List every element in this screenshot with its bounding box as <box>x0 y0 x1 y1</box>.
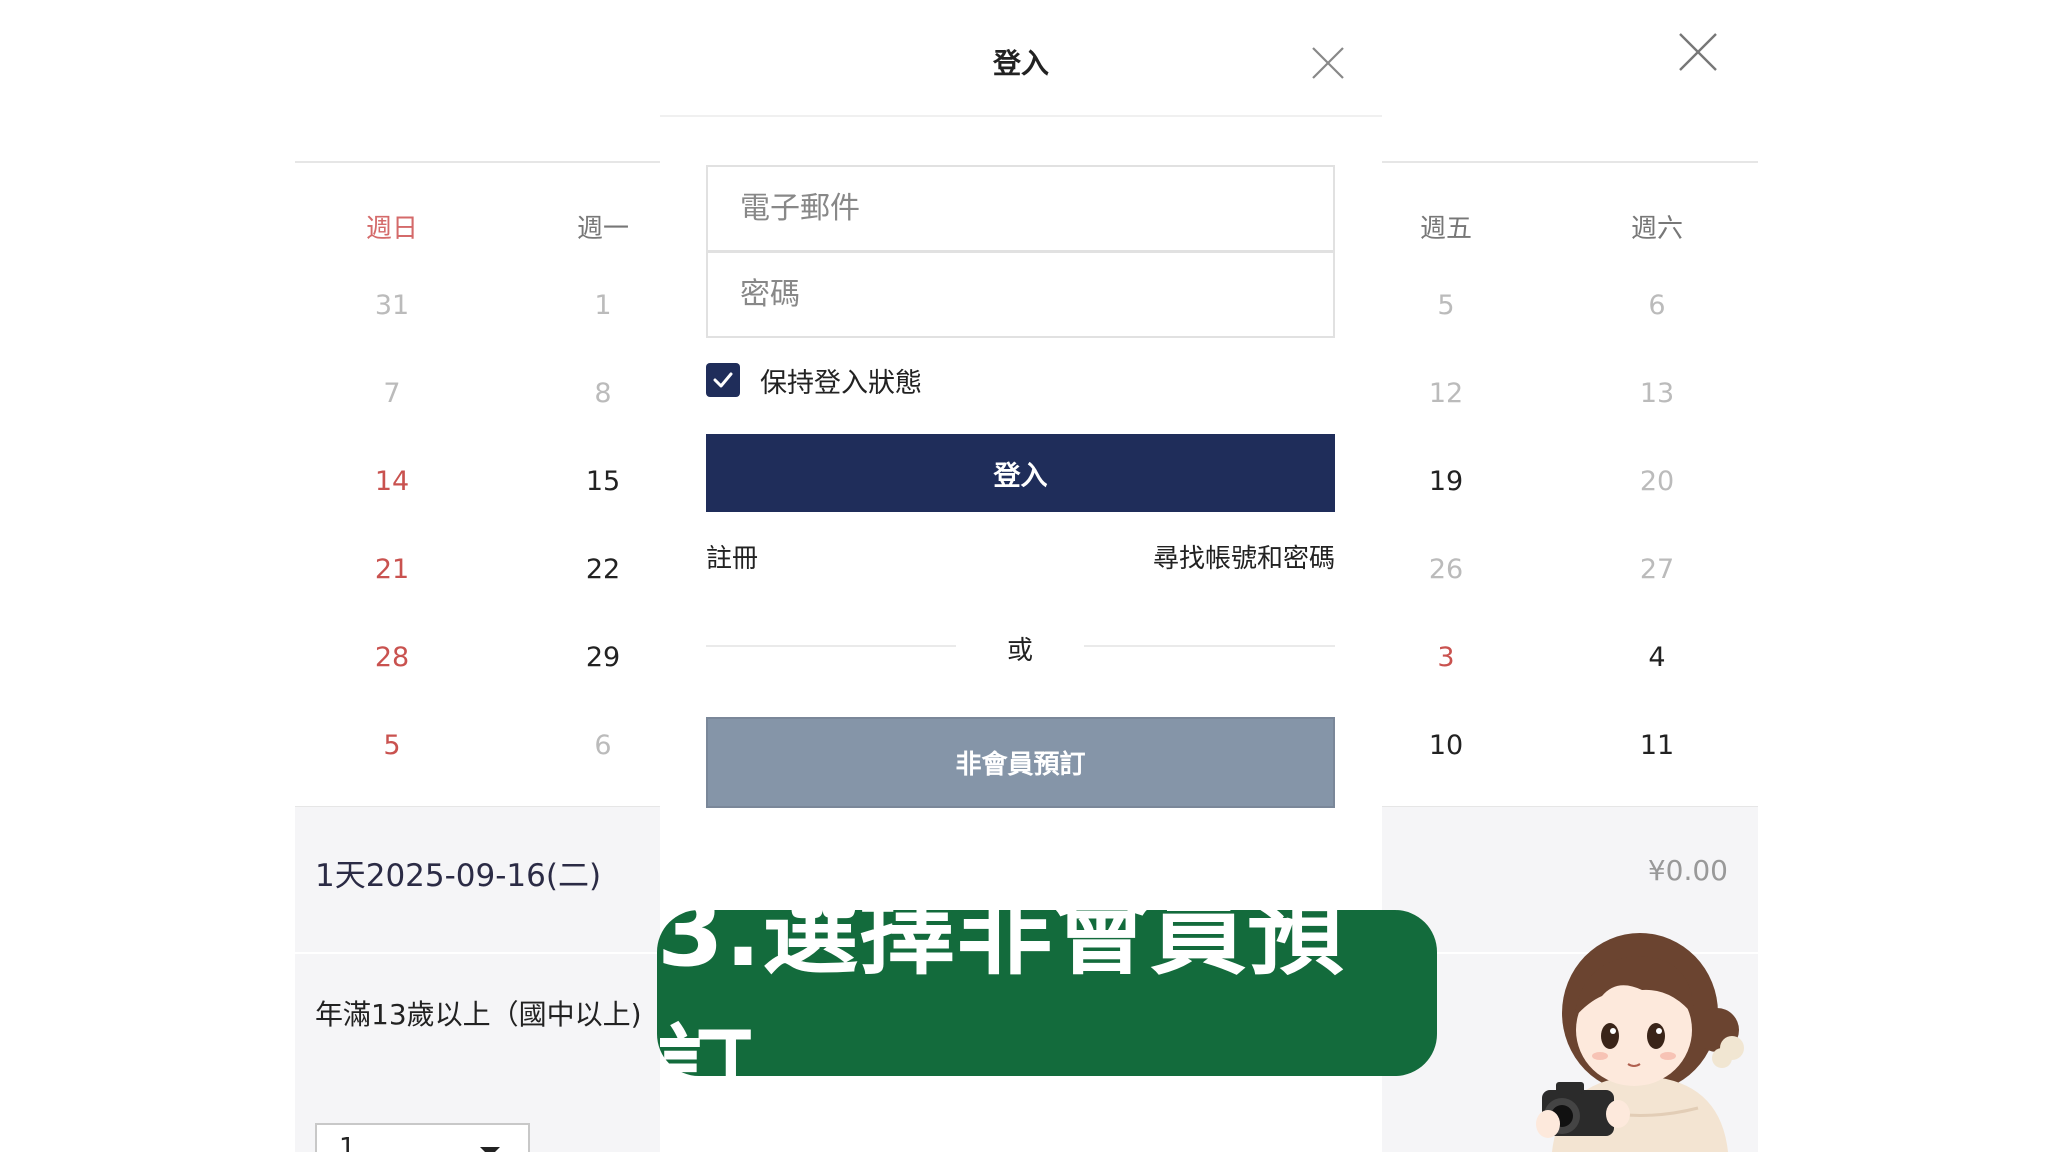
email-field[interactable] <box>706 165 1335 252</box>
quantity-value: 1 <box>339 1133 356 1152</box>
selected-date: 1天2025-09-16(二) <box>315 858 602 894</box>
calendar-day: 31 <box>374 290 410 321</box>
calendar-day[interactable]: 5 <box>332 730 452 761</box>
quantity-select[interactable]: 1 <box>315 1123 530 1152</box>
calendar-day: 12 <box>1428 378 1464 409</box>
calendar-day: 27 <box>1639 554 1675 585</box>
weekday-sun: 週日 <box>365 214 418 244</box>
find-account-link[interactable]: 尋找帳號和密碼 <box>1020 538 1335 575</box>
modal-divider <box>660 115 1382 117</box>
calendar-day[interactable]: 22 <box>543 554 663 585</box>
calendar-day[interactable]: 11 <box>1597 730 1717 761</box>
guest-booking-button[interactable]: 非會員預訂 <box>706 717 1335 808</box>
calendar-day: 13 <box>1639 378 1675 409</box>
remember-checkbox[interactable] <box>706 363 740 397</box>
price: ¥0.00 <box>1647 854 1728 887</box>
calendar-day[interactable]: 28 <box>332 642 452 673</box>
calendar-day: 26 <box>1428 554 1464 585</box>
close-icon[interactable] <box>1310 45 1346 81</box>
close-icon[interactable] <box>1676 30 1720 74</box>
mascot-illustration <box>1536 933 1744 1152</box>
calendar-day[interactable]: 3 <box>1386 642 1506 673</box>
calendar-day: 7 <box>383 378 401 409</box>
register-link[interactable]: 註冊 <box>706 538 758 575</box>
or-divider-left <box>706 645 956 647</box>
calendar-day[interactable]: 29 <box>543 642 663 673</box>
login-button[interactable]: 登入 <box>706 434 1335 512</box>
remember-me[interactable]: 保持登入狀態 <box>706 362 922 399</box>
or-label: 或 <box>1006 636 1033 666</box>
calendar-day[interactable]: 10 <box>1386 730 1506 761</box>
calendar-day: 8 <box>594 378 612 409</box>
password-field[interactable] <box>706 251 1335 338</box>
calendar-day[interactable]: 4 <box>1597 642 1717 673</box>
calendar-day: 6 <box>594 730 612 761</box>
weekday-sat: 週六 <box>1630 214 1683 244</box>
weekday-fri: 週五 <box>1419 214 1472 244</box>
calendar-day[interactable]: 21 <box>332 554 452 585</box>
calendar-day[interactable]: 19 <box>1386 466 1506 497</box>
calendar-day: 5 <box>1437 290 1455 321</box>
caret-down-icon <box>480 1147 500 1152</box>
ticket-type-label: 年滿13歲以上（國中以上) <box>315 998 642 1031</box>
calendar-day: 1 <box>594 290 612 321</box>
calendar-day: 20 <box>1639 466 1675 497</box>
calendar-day[interactable]: 15 <box>543 466 663 497</box>
or-divider-right <box>1084 645 1335 647</box>
weekday-mon: 週一 <box>576 214 629 244</box>
step-instruction-banner: 3.選擇非會員預訂 <box>657 876 1437 1127</box>
modal-title: 登入 <box>992 47 1049 80</box>
checkmark-icon <box>713 372 733 388</box>
calendar-day: 6 <box>1648 290 1666 321</box>
remember-label: 保持登入狀態 <box>760 367 922 399</box>
calendar-day[interactable]: 14 <box>332 466 452 497</box>
